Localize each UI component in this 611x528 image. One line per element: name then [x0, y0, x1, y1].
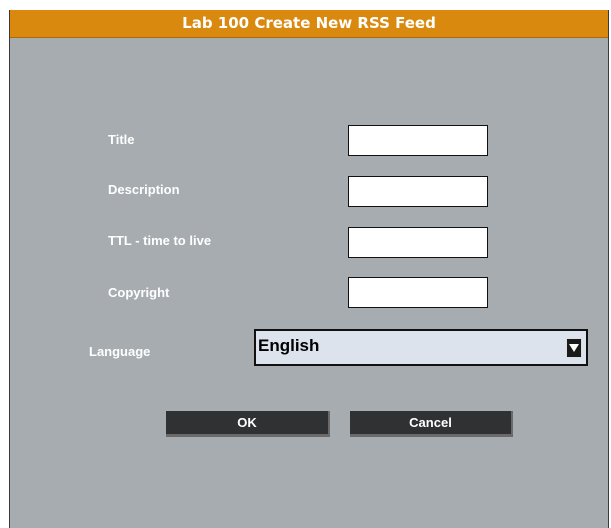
language-select[interactable]: English	[254, 329, 588, 366]
dialog-title: Lab 100 Create New RSS Feed	[10, 10, 608, 38]
language-select-value: English	[258, 336, 320, 355]
triangle-down-icon	[569, 344, 579, 352]
title-input[interactable]	[348, 125, 488, 156]
title-label: Title	[108, 132, 135, 147]
language-label: Language	[89, 344, 151, 359]
ttl-label: TTL - time to live	[108, 233, 212, 248]
description-label: Description	[108, 182, 180, 197]
description-input[interactable]	[348, 176, 488, 207]
dropdown-arrow-icon[interactable]	[566, 338, 582, 358]
ok-button[interactable]: OK	[166, 411, 330, 437]
copyright-label: Copyright	[108, 285, 170, 300]
copyright-input[interactable]	[348, 277, 488, 308]
rss-feed-dialog: Lab 100 Create New RSS Feed Title Descri…	[9, 10, 609, 528]
ttl-input[interactable]	[348, 227, 488, 258]
cancel-button[interactable]: Cancel	[350, 411, 513, 437]
